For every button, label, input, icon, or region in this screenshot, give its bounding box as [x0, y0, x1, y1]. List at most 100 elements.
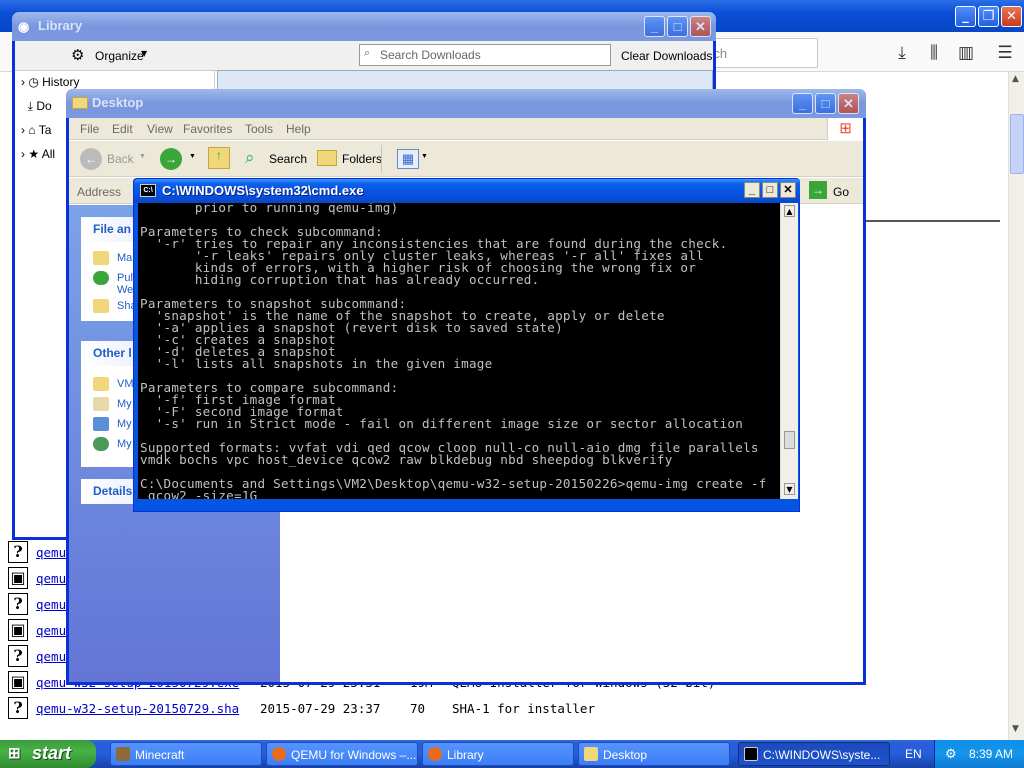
- clear-downloads-button[interactable]: Clear Downloads: [621, 49, 712, 63]
- forward-arrow-icon[interactable]: →: [160, 148, 182, 170]
- file-icon: ▣: [8, 671, 28, 693]
- tree-item-tags[interactable]: › ⌂ Ta: [21, 123, 51, 137]
- menu-icon[interactable]: ☰: [994, 42, 1016, 64]
- minimize-button[interactable]: _: [955, 6, 976, 27]
- file-icon: ▣: [8, 567, 28, 589]
- menu-tools[interactable]: Tools: [245, 122, 273, 136]
- file-link[interactable]: qemu: [36, 623, 66, 638]
- taskbar-item-desktop[interactable]: Desktop: [578, 742, 730, 766]
- scroll-down-arrow[interactable]: ▼: [784, 483, 795, 495]
- search-icon: ⌕: [364, 47, 371, 59]
- scrollbar-thumb[interactable]: [1010, 114, 1024, 174]
- tray-icon[interactable]: ⚙: [945, 746, 957, 762]
- restore-button[interactable]: ❐: [978, 6, 999, 27]
- explorer-titlebar[interactable]: Desktop _ □ ✕: [66, 89, 866, 118]
- chevron-down-icon: ▼: [141, 49, 148, 58]
- search-button[interactable]: Search: [269, 152, 307, 166]
- system-tray: ⚙ 8:39 AM: [934, 740, 1024, 768]
- library-title: Library: [38, 18, 83, 33]
- menu-view[interactable]: View: [147, 122, 173, 136]
- chevron-down-icon[interactable]: ▼: [139, 153, 146, 160]
- taskbar-item-library[interactable]: Library: [422, 742, 574, 766]
- menu-file[interactable]: File: [80, 122, 99, 136]
- tree-item-history[interactable]: › ◷ History: [21, 75, 79, 89]
- explorer-title: Desktop: [92, 95, 144, 110]
- taskbar-item-qemu[interactable]: QEMU for Windows –...: [266, 742, 418, 766]
- console-line: vmdk bochs vpc host_device qcow2 raw blk…: [140, 452, 673, 467]
- console-scrollbar[interactable]: ▲ ▼: [780, 203, 798, 499]
- tree-item-downloads[interactable]: ⤓ Do: [21, 99, 52, 114]
- file-size: 70: [410, 701, 426, 716]
- tree-item-all-bookmarks[interactable]: › ★ All: [21, 147, 55, 161]
- go-button[interactable]: Go: [833, 185, 849, 199]
- close-button[interactable]: ✕: [838, 93, 859, 114]
- console-area[interactable]: prior to running qemu-img) Parameters to …: [138, 203, 780, 499]
- up-folder-icon[interactable]: ↑: [208, 147, 230, 169]
- console-line: hiding corruption that has already occur…: [140, 272, 540, 287]
- chevron-down-icon[interactable]: ▼: [189, 153, 196, 160]
- windows-logo-icon: ⊞: [8, 745, 21, 762]
- scroll-up-arrow[interactable]: ▲: [784, 205, 795, 217]
- file-link[interactable]: qemu: [36, 571, 66, 586]
- cmd-title: C:\WINDOWS\system32\cmd.exe: [162, 183, 364, 198]
- console-line: '-l' lists all snapshots in the given im…: [140, 356, 493, 371]
- file-link[interactable]: qemu-w32-setup-20150729.sha: [36, 701, 239, 716]
- close-button[interactable]: ✕: [1001, 6, 1022, 27]
- browser-search-input[interactable]: rch: [700, 38, 818, 68]
- menu-bar: File Edit View Favorites Tools Help ⊞: [69, 118, 863, 140]
- minimize-button[interactable]: _: [744, 182, 760, 198]
- maximize-button[interactable]: □: [815, 93, 836, 114]
- download-icon[interactable]: ⤓: [891, 42, 913, 64]
- minimize-button[interactable]: _: [792, 93, 813, 114]
- file-link[interactable]: qemu: [36, 649, 66, 664]
- menu-help[interactable]: Help: [286, 122, 311, 136]
- menu-favorites[interactable]: Favorites: [183, 122, 232, 136]
- close-button[interactable]: ✕: [690, 16, 711, 37]
- page-scrollbar[interactable]: ▲ ▼: [1008, 72, 1024, 740]
- sidebar-icon[interactable]: ▥: [955, 42, 977, 64]
- cmd-titlebar[interactable]: C:\ C:\WINDOWS\system32\cmd.exe _ □ ✕: [134, 179, 800, 203]
- organize-button[interactable]: Organize: [95, 49, 144, 63]
- console-line: prior to running qemu-img): [140, 203, 399, 215]
- library-icon[interactable]: ⫼: [923, 42, 945, 64]
- taskbar-item-minecraft[interactable]: Minecraft: [110, 742, 262, 766]
- library-titlebar[interactable]: ◉ Library _ □ ✕: [12, 12, 716, 41]
- back-arrow-icon[interactable]: ←: [80, 148, 102, 170]
- go-arrow-icon[interactable]: →: [809, 181, 827, 199]
- file-icon: ?: [8, 697, 28, 719]
- gear-icon: ⚙: [71, 46, 85, 64]
- language-indicator[interactable]: EN: [905, 747, 922, 761]
- search-downloads-input[interactable]: ⌕ Search Downloads: [359, 44, 611, 66]
- file-link[interactable]: qemu: [36, 545, 66, 560]
- cmd-window: C:\ C:\WINDOWS\system32\cmd.exe _ □ ✕ pr…: [133, 178, 800, 512]
- back-button[interactable]: Back: [107, 152, 134, 166]
- start-button[interactable]: ⊞ start: [0, 740, 96, 768]
- file-icon: ▣: [8, 619, 28, 641]
- taskbar: ⊞ start Minecraft QEMU for Windows –... …: [0, 740, 1024, 768]
- file-link[interactable]: qemu: [36, 597, 66, 612]
- search-icon: ⌕: [245, 148, 255, 167]
- minimize-button[interactable]: _: [644, 16, 665, 37]
- download-list-header: [217, 70, 713, 90]
- divider: [860, 220, 1000, 222]
- scrollbar-thumb[interactable]: [784, 431, 795, 449]
- taskbar-item-cmd[interactable]: C:\WINDOWS\syste...: [738, 742, 890, 766]
- address-label: Address: [77, 185, 122, 199]
- maximize-button[interactable]: □: [762, 182, 778, 198]
- cmd-icon: C:\: [140, 184, 156, 197]
- firefox-icon: ◉: [18, 19, 30, 34]
- views-icon[interactable]: ▦: [397, 149, 419, 169]
- chevron-down-icon[interactable]: ▼: [421, 153, 428, 160]
- folders-button[interactable]: Folders: [342, 152, 382, 166]
- close-button[interactable]: ✕: [780, 182, 796, 198]
- clock[interactable]: 8:39 AM: [969, 747, 1013, 761]
- maximize-button[interactable]: □: [667, 16, 688, 37]
- file-icon: ?: [8, 645, 28, 667]
- file-icon: ?: [8, 593, 28, 615]
- file-description: SHA-1 for installer: [452, 701, 595, 716]
- console-line: '-s' run in Strict mode - fail on differ…: [140, 416, 744, 431]
- folders-icon: [317, 150, 337, 166]
- menu-edit[interactable]: Edit: [112, 122, 133, 136]
- console-line: qcow2 -size=1G: [140, 488, 258, 499]
- file-date: 2015-07-29 23:37: [260, 701, 381, 716]
